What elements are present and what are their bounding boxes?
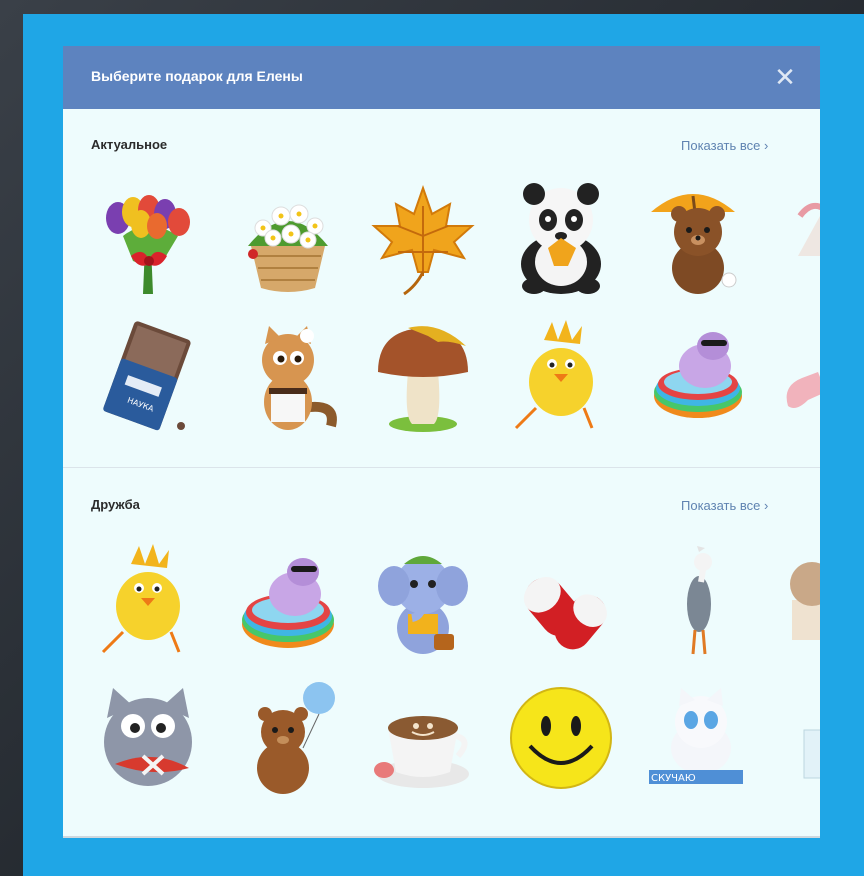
gift-panda[interactable] [506,176,616,296]
gift-tulip-bouquet[interactable] [93,176,203,296]
gift-hippo-pool[interactable] [643,316,753,436]
show-all-friendship-link[interactable]: Показать все › [681,498,768,513]
gift-pill[interactable] [506,540,616,660]
gift-yellow-chick-2[interactable] [93,540,203,660]
section-title-actual: Актуальное [91,137,168,152]
gift-cat-maid[interactable] [233,316,343,436]
gift-hippo-pool-2[interactable] [233,540,343,660]
gift-maple-leaf[interactable] [368,176,478,296]
gift-smiley[interactable] [506,678,616,798]
gift-winnie-balloon[interactable] [233,678,343,798]
gift-yellow-chick[interactable] [506,316,616,436]
gift-mushroom[interactable] [368,316,478,436]
modal-title: Выберите подарок для Елены [91,68,303,84]
gift-gift-cut[interactable] [778,176,820,296]
bottom-divider [63,836,820,838]
kitten-blocks-label: СКУЧАЮ [651,773,696,784]
gift-flower-basket[interactable] [233,176,343,296]
gift-pill-cut[interactable] [778,316,820,436]
section-divider [63,467,820,468]
gift-coffee-cup[interactable] [368,678,478,798]
gift-bear-umbrella[interactable] [643,176,753,296]
gift-elephant-traveler[interactable] [368,540,478,660]
gift-chocolate-bar[interactable]: НАУКА [93,316,203,436]
gift-modal: Выберите подарок для Елены ✕ Актуальное … [63,46,820,838]
modal-header: Выберите подарок для Елены ✕ [63,46,820,109]
show-all-actual-link[interactable]: Показать все › [681,138,768,153]
gift-grey-cat-fish[interactable] [93,678,203,798]
gift-white-kitten-blocks[interactable]: СКУЧАЮ [643,678,753,798]
gift-kitten-box-cut[interactable] [778,540,820,660]
gift-stork[interactable] [643,540,753,660]
close-icon[interactable]: ✕ [767,60,803,96]
section-title-friendship: Дружба [91,497,140,512]
gift-glass-cut[interactable] [778,678,820,798]
